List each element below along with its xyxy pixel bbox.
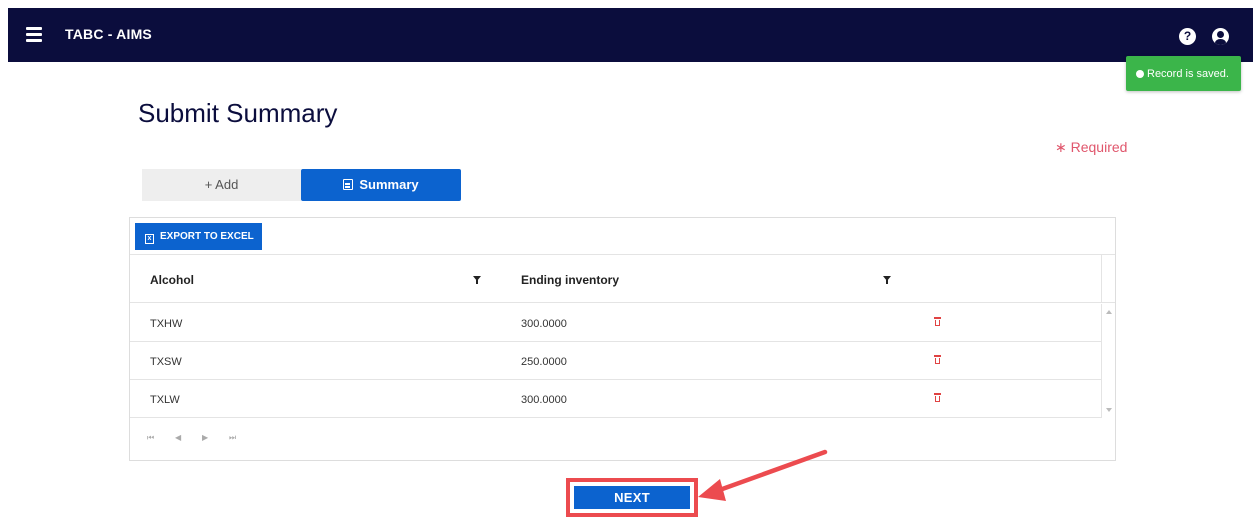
- info-dot-icon: [1136, 70, 1144, 78]
- page-title: Submit Summary: [138, 98, 338, 128]
- callout-arrow-icon: [698, 449, 828, 501]
- export-label: EXPORT TO EXCEL: [160, 231, 254, 242]
- cell-ending-inventory: 300.0000: [521, 394, 567, 406]
- tab-add[interactable]: + Add: [142, 169, 301, 201]
- help-icon[interactable]: ?: [1179, 28, 1196, 45]
- table-row[interactable]: TXLW 300.0000: [130, 380, 1101, 418]
- top-navigation-bar: TABC - AIMS ?: [8, 8, 1253, 62]
- scrollbar-header-gutter: [1101, 255, 1115, 303]
- tab-summary[interactable]: Summary: [301, 169, 461, 201]
- delete-icon[interactable]: [934, 317, 941, 327]
- toast-message: Record is saved.: [1147, 68, 1229, 80]
- excel-icon: x: [145, 234, 154, 244]
- filter-icon[interactable]: [473, 276, 481, 284]
- column-header-alcohol[interactable]: Alcohol: [150, 273, 194, 287]
- next-page-icon[interactable]: ▶: [202, 433, 208, 442]
- grid-header: Alcohol Ending inventory: [130, 255, 1115, 303]
- success-toast: Record is saved.: [1126, 56, 1241, 91]
- grid-toolbar: x EXPORT TO EXCEL: [130, 218, 1115, 255]
- cell-ending-inventory: 250.0000: [521, 356, 567, 368]
- export-to-excel-button[interactable]: x EXPORT TO EXCEL: [135, 223, 262, 250]
- required-note: ∗ Required: [1055, 139, 1128, 155]
- table-row[interactable]: TXSW 250.0000: [130, 342, 1101, 380]
- previous-page-icon[interactable]: ◀: [175, 433, 181, 442]
- cell-ending-inventory: 300.0000: [521, 318, 567, 330]
- scroll-down-arrow-icon[interactable]: [1106, 408, 1112, 412]
- app-title: TABC - AIMS: [65, 26, 152, 42]
- column-header-ending-inventory[interactable]: Ending inventory: [521, 273, 619, 287]
- grid-pager: ⏮ ◀ ▶ ⏭: [130, 418, 1115, 460]
- table-row[interactable]: TXHW 300.0000: [130, 304, 1101, 342]
- next-button[interactable]: NEXT: [574, 486, 690, 509]
- delete-icon[interactable]: [934, 393, 941, 403]
- scroll-up-arrow-icon[interactable]: [1106, 310, 1112, 314]
- cell-alcohol: TXHW: [150, 318, 183, 330]
- next-button-highlight: NEXT: [566, 478, 698, 517]
- tab-summary-label: Summary: [359, 177, 419, 192]
- hamburger-icon[interactable]: [26, 27, 42, 42]
- last-page-icon[interactable]: ⏭: [229, 433, 236, 443]
- summary-grid: x EXPORT TO EXCEL Alcohol Ending inventor…: [129, 217, 1116, 461]
- document-icon: [343, 179, 354, 190]
- delete-icon[interactable]: [934, 355, 941, 365]
- page: TABC - AIMS ? Record is saved. Submit Su…: [0, 0, 1253, 517]
- first-page-icon[interactable]: ⏮: [147, 433, 154, 443]
- vertical-scrollbar[interactable]: [1101, 304, 1115, 418]
- filter-icon[interactable]: [883, 276, 891, 284]
- cell-alcohol: TXSW: [150, 356, 182, 368]
- user-account-icon[interactable]: [1212, 28, 1229, 45]
- cell-alcohol: TXLW: [150, 394, 180, 406]
